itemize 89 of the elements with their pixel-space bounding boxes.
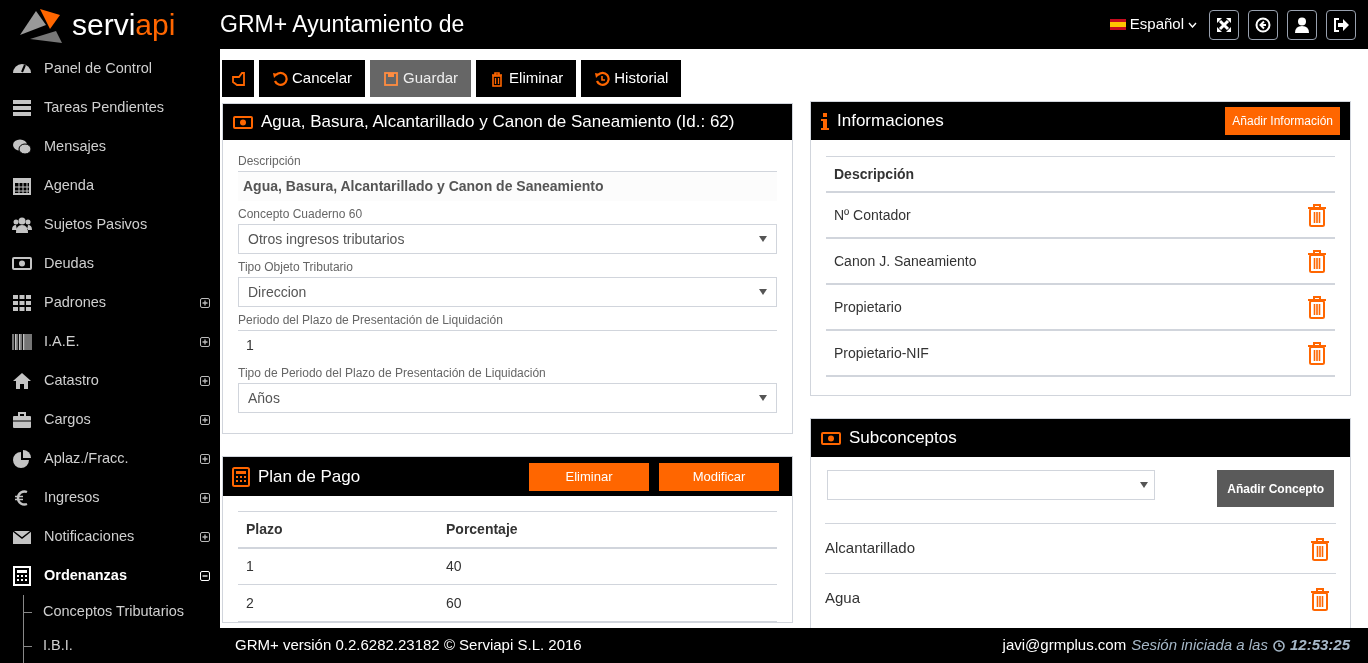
dropdown-arrow-icon bbox=[759, 236, 767, 242]
trash-icon[interactable] bbox=[1307, 295, 1327, 319]
chevron-down-icon bbox=[1188, 21, 1197, 28]
table-cell: 1 bbox=[238, 547, 438, 585]
delete-button[interactable]: Eliminar bbox=[476, 60, 577, 97]
trash-icon[interactable] bbox=[1310, 536, 1330, 561]
table-cell-text: Canon J. Saneamiento bbox=[834, 251, 978, 271]
field-label: Tipo de Periodo del Plazo de Presentación de Liquidación bbox=[238, 366, 547, 380]
money-icon bbox=[821, 431, 841, 445]
field-label: Descripción bbox=[238, 154, 302, 168]
cancel-button[interactable]: Cancelar bbox=[259, 60, 366, 97]
panel-title: Informaciones bbox=[837, 110, 944, 133]
panel-title: Subconceptos bbox=[849, 427, 957, 450]
trash-icon[interactable] bbox=[1307, 341, 1327, 365]
app-title: GRM+ Ayuntamiento de bbox=[220, 10, 465, 40]
select-field[interactable]: Otros ingresos tributarios bbox=[238, 224, 777, 254]
trash-icon[interactable] bbox=[1307, 203, 1327, 227]
select-field[interactable]: Años bbox=[238, 383, 777, 413]
fullscreen-button[interactable] bbox=[1209, 9, 1239, 40]
user-email: javi@grmplus.com bbox=[1002, 635, 1127, 656]
field-label: Periodo del Plazo de Presentación de Liquidación bbox=[238, 313, 504, 327]
select-field[interactable]: Direccion bbox=[238, 277, 777, 307]
money-icon bbox=[233, 115, 253, 129]
sidebar-item[interactable]: Cargos bbox=[0, 400, 220, 439]
flag-icon bbox=[1109, 19, 1126, 30]
logout-button[interactable] bbox=[1326, 9, 1356, 40]
trash-icon[interactable] bbox=[1310, 586, 1330, 611]
calculator-icon bbox=[232, 466, 250, 487]
sidebar-item[interactable]: Ordenanzas bbox=[0, 556, 220, 595]
calculator-icon bbox=[12, 565, 32, 586]
trash-icon[interactable] bbox=[1307, 249, 1327, 273]
column-header: Porcentaje bbox=[438, 511, 777, 548]
home-icon bbox=[12, 370, 32, 391]
circle-arrow-left-icon bbox=[1255, 16, 1271, 33]
back-button[interactable] bbox=[1248, 9, 1278, 40]
clock-icon bbox=[1272, 639, 1285, 652]
sign-out-icon bbox=[1333, 17, 1349, 32]
briefcase-icon bbox=[12, 409, 32, 430]
language-dropdown[interactable]: Español bbox=[1109, 13, 1197, 36]
barcode-icon bbox=[12, 331, 32, 352]
expand-icon bbox=[1216, 16, 1232, 33]
sidebar-item[interactable]: Tareas Pendientes bbox=[0, 88, 220, 127]
logo-wordmark: serviapi bbox=[72, 9, 176, 40]
sidebar-item[interactable]: Ingresos bbox=[0, 478, 220, 517]
subconcept-name: Agua bbox=[825, 588, 862, 609]
panel-title: Agua, Basura, Alcantarillado y Canon de Saneamiento (Id.: 62) bbox=[261, 111, 735, 134]
subconcept-name: Alcantarillado bbox=[825, 538, 917, 559]
sidebar-item[interactable]: Agenda bbox=[0, 166, 220, 205]
session-time: 12:53:25 bbox=[1289, 635, 1350, 656]
sidebar-item[interactable]: Padrones bbox=[0, 283, 220, 322]
sidebar-item[interactable]: Catastro bbox=[0, 361, 220, 400]
list-icon bbox=[12, 97, 32, 118]
version-text: GRM+ versión 0.2.6282.23182 © Serviapi S.L. 2016 bbox=[235, 635, 582, 656]
session-label: Sesión iniciada a las bbox=[1131, 635, 1268, 656]
calendar-icon bbox=[12, 175, 32, 196]
sidebar-item[interactable]: Notificaciones bbox=[0, 517, 220, 556]
submenu-item[interactable]: Conceptos Tributarios bbox=[43, 601, 185, 623]
history-button[interactable]: Historial bbox=[581, 60, 682, 97]
table-cell-text: Propietario-NIF bbox=[834, 343, 930, 363]
pin-button[interactable] bbox=[222, 60, 254, 97]
dropdown-arrow-icon bbox=[759, 289, 767, 295]
pie-chart-icon bbox=[12, 448, 32, 469]
sidebar-item[interactable]: Mensajes bbox=[0, 127, 220, 166]
dropdown-arrow-icon bbox=[1140, 482, 1148, 488]
column-header: Plazo bbox=[238, 511, 438, 548]
field-label: Concepto Cuaderno 60 bbox=[238, 207, 364, 221]
panel-title: Plan de Pago bbox=[258, 465, 361, 488]
user-icon bbox=[1295, 16, 1309, 33]
dropdown-arrow-icon bbox=[759, 395, 767, 401]
sidebar-item[interactable]: Deudas bbox=[0, 244, 220, 283]
sidebar-item[interactable]: Sujetos Pasivos bbox=[0, 205, 220, 244]
table-cell-text: Propietario bbox=[834, 297, 903, 317]
add-concept-button[interactable]: Añadir Concepto bbox=[1217, 470, 1334, 507]
table-cell: 40 bbox=[438, 547, 777, 585]
info-icon bbox=[821, 112, 829, 130]
input-field[interactable]: 1 bbox=[238, 330, 777, 360]
grid-icon bbox=[12, 292, 32, 313]
undo-icon bbox=[272, 70, 288, 87]
sidebar-item[interactable]: I.A.E. bbox=[0, 322, 220, 361]
history-icon bbox=[594, 70, 611, 87]
user-button[interactable] bbox=[1287, 9, 1317, 40]
table-cell: 60 bbox=[438, 584, 777, 622]
field-label: Tipo Objeto Tributario bbox=[238, 260, 354, 274]
table-cell: 2 bbox=[238, 584, 438, 622]
sidebar-item[interactable]: Panel de Control bbox=[0, 49, 220, 88]
column-header: Descripción bbox=[826, 157, 1335, 193]
sidebar-item[interactable]: Aplaz./Fracc. bbox=[0, 439, 220, 478]
submenu-item[interactable]: I.B.I. bbox=[43, 635, 73, 657]
table-cell-text: Nº Contador bbox=[834, 205, 912, 225]
